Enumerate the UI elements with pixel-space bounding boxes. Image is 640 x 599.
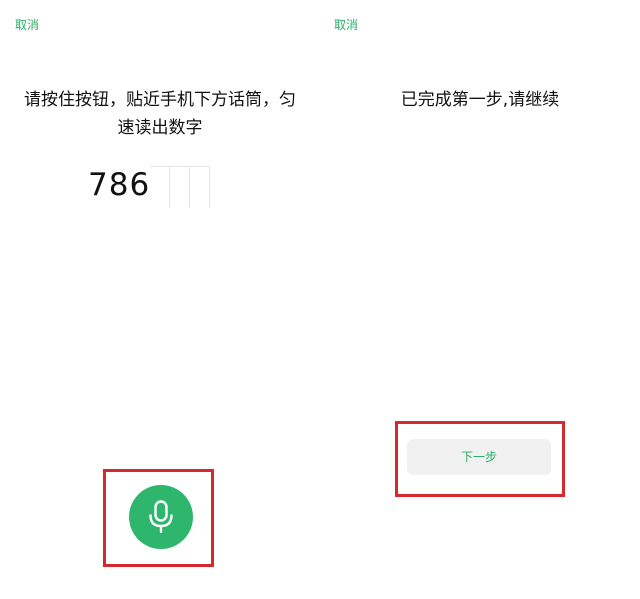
instruction-line-2: 速读出数字	[117, 118, 203, 138]
status-text: 已完成第一步,请继续	[400, 90, 560, 110]
cancel-button[interactable]: 取消	[334, 16, 358, 33]
hold-to-speak-button[interactable]	[129, 485, 193, 549]
instruction-text: 请按住按钮，贴近手机下方话筒，匀 速读出数字	[0, 86, 320, 142]
digit-slot-empty	[170, 166, 191, 208]
digit-slot-empty	[190, 166, 211, 208]
voice-verification-screen: 取消 请按住按钮，贴近手机下方话筒，匀 速读出数字 786	[0, 0, 320, 599]
digit-display: 786	[88, 166, 211, 208]
digits-read: 786	[88, 167, 151, 203]
microphone-icon	[149, 500, 173, 534]
next-step-button[interactable]: 下一步	[407, 439, 551, 475]
cancel-button[interactable]: 取消	[15, 16, 39, 33]
step-complete-screen: 取消 已完成第一步,请继续 下一步	[320, 0, 640, 599]
instruction-line-1: 请按住按钮，贴近手机下方话筒，匀	[24, 90, 296, 110]
digit-slot-empty	[150, 166, 171, 208]
